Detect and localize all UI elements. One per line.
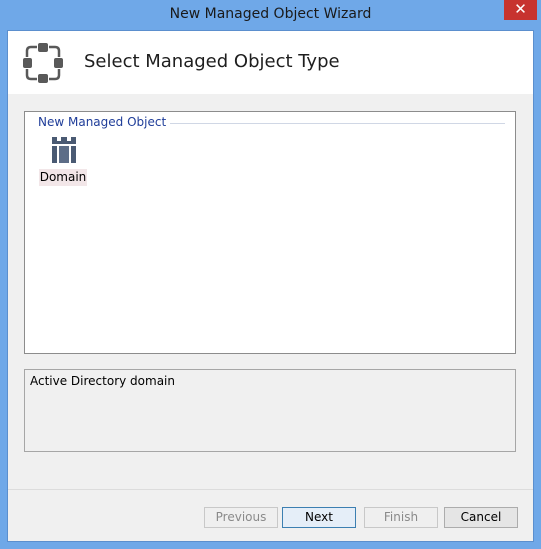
wizard-window: New Managed Object Wizard ✕ Select Manag [0,0,541,549]
managed-object-icon [23,43,63,83]
description-text: Active Directory domain [30,374,175,388]
button-separator [8,489,533,490]
finish-button[interactable]: Finish [364,507,438,528]
title-bar[interactable]: New Managed Object Wizard ✕ [0,0,541,30]
wizard-header: Select Managed Object Type [8,31,533,94]
window-title: New Managed Object Wizard [169,6,372,22]
domain-icon [52,137,76,163]
list-item-domain[interactable]: Domain [39,135,88,187]
page-title: Select Managed Object Type [84,51,340,72]
wizard-client-area: Select Managed Object Type New Managed O… [7,30,534,542]
close-button[interactable]: ✕ [504,0,537,20]
list-item-label: Domain [39,169,87,186]
next-button[interactable]: Next [282,507,356,528]
cancel-button[interactable]: Cancel [444,507,518,528]
description-box: Active Directory domain [24,369,516,452]
group-header: New Managed Object [38,115,505,131]
group-label: New Managed Object [38,115,171,129]
previous-button[interactable]: Previous [204,507,278,528]
object-type-list[interactable]: New Managed Object Domain [24,111,516,354]
